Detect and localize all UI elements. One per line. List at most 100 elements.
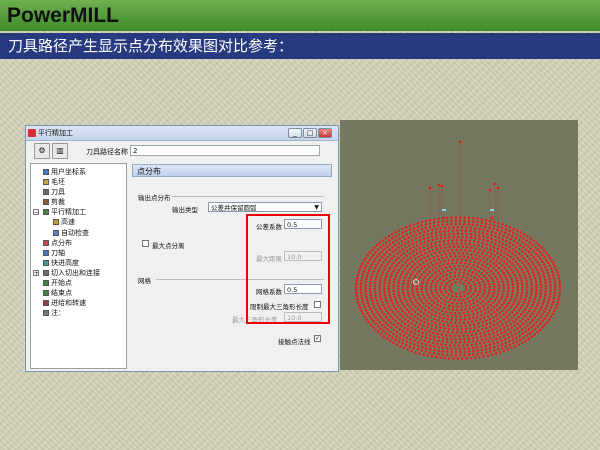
toolpath-point bbox=[431, 279, 435, 283]
tree-item[interactable]: 高速 bbox=[31, 217, 126, 227]
dialog-titlebar[interactable]: 平行精加工 _ □ × bbox=[26, 126, 338, 141]
library-icon[interactable]: ▥ bbox=[52, 143, 68, 159]
toolpath-point bbox=[509, 298, 512, 302]
toolpath-point bbox=[459, 248, 463, 252]
tree-item[interactable]: 注： bbox=[31, 308, 126, 318]
toolpath-point bbox=[440, 333, 444, 336]
tree-item[interactable]: 开始点 bbox=[31, 278, 126, 288]
toolpath-point bbox=[449, 275, 452, 279]
tree-item[interactable]: 进给和转速 bbox=[31, 298, 126, 308]
toolpath-point bbox=[421, 293, 425, 297]
toolpath-point bbox=[537, 301, 540, 304]
toolpath-point bbox=[378, 286, 381, 289]
toolpath-point bbox=[519, 276, 522, 279]
toolpath-point bbox=[431, 341, 435, 345]
toolpath-point bbox=[497, 300, 501, 304]
toolpath-point bbox=[511, 243, 515, 247]
toolpath-point bbox=[481, 295, 484, 298]
toolpath-point bbox=[530, 253, 533, 256]
toolpath-point bbox=[378, 280, 382, 283]
toolpath-point bbox=[436, 254, 439, 258]
toolpath-point bbox=[458, 337, 462, 341]
minimize-button[interactable]: _ bbox=[288, 128, 302, 138]
collapse-icon[interactable]: − bbox=[33, 209, 39, 216]
toolpath-point bbox=[556, 301, 560, 304]
expand-icon[interactable]: + bbox=[33, 269, 39, 276]
tree-item[interactable]: 毛坯 bbox=[31, 177, 126, 187]
toolpath-point bbox=[543, 275, 546, 278]
tree-item[interactable]: 快进高度 bbox=[31, 258, 126, 268]
tree-item-label: 毛坯 bbox=[51, 178, 65, 187]
toolpath-point bbox=[387, 269, 390, 273]
toolpath-point bbox=[459, 318, 463, 321]
3d-viewport[interactable] bbox=[340, 120, 578, 370]
toolpath-point bbox=[483, 269, 486, 272]
tree-item[interactable]: 用户坐标系 bbox=[31, 167, 126, 177]
toolpath-point bbox=[535, 320, 538, 324]
toolpath-point bbox=[405, 336, 409, 339]
maximize-button[interactable]: □ bbox=[303, 128, 317, 138]
toolpath-point bbox=[395, 330, 399, 334]
toolpath-point bbox=[440, 297, 443, 300]
toolpath-point bbox=[515, 294, 518, 298]
toolpath-point bbox=[392, 289, 395, 293]
tree-item[interactable]: − 平行精加工 bbox=[31, 207, 126, 217]
toolpath-point bbox=[372, 253, 375, 257]
toolpath-point bbox=[379, 332, 383, 336]
toolpath-point bbox=[389, 275, 393, 279]
output-type-select[interactable]: 公差并保留圆弧 ▼ bbox=[208, 202, 322, 212]
toolpath-point bbox=[530, 290, 533, 294]
toolpath-point bbox=[376, 272, 379, 275]
toolpath-point bbox=[387, 334, 391, 337]
toolpath-point bbox=[384, 296, 387, 299]
toolpath-point bbox=[436, 280, 440, 283]
toolpath-point bbox=[434, 241, 437, 244]
toolpath-point bbox=[382, 329, 385, 333]
toolpath-point bbox=[394, 319, 397, 323]
toolpath-point bbox=[433, 218, 436, 221]
close-button[interactable]: × bbox=[318, 128, 332, 138]
toolpath-point bbox=[472, 316, 475, 320]
toolpath-point bbox=[500, 343, 504, 346]
tree-item[interactable]: 自动检查 bbox=[31, 228, 126, 238]
tree-item[interactable]: 刀轴 bbox=[31, 248, 126, 258]
toolpath-point bbox=[524, 314, 527, 318]
toolpath-point bbox=[430, 324, 434, 327]
toolpath-name-input[interactable]: 2 bbox=[130, 145, 320, 156]
toolpath-point bbox=[395, 315, 399, 319]
toolpath-point bbox=[419, 310, 422, 313]
max-point-separation-checkbox[interactable] bbox=[142, 240, 149, 247]
toolpath-point bbox=[442, 330, 446, 333]
tree-item[interactable]: + 切入切出和连接 bbox=[31, 268, 126, 278]
toolpath-point bbox=[503, 306, 507, 310]
tree-item[interactable]: 刀具 bbox=[31, 187, 126, 197]
toolpath-point bbox=[410, 238, 414, 242]
toolpath-point bbox=[401, 231, 404, 234]
toolpath-point bbox=[382, 261, 385, 264]
tree-item[interactable]: 点分布 bbox=[31, 238, 126, 248]
toolpath-point bbox=[490, 353, 494, 356]
toolpath-point bbox=[434, 328, 437, 332]
toolpath-point bbox=[507, 301, 511, 305]
toolpath-point bbox=[488, 274, 491, 277]
toolpath-point bbox=[501, 280, 505, 283]
toolpath-point bbox=[449, 321, 453, 324]
tree-item[interactable]: 剪裁 bbox=[31, 197, 126, 207]
toolpath-point bbox=[533, 316, 537, 319]
preview-icon[interactable]: ⚙ bbox=[34, 143, 50, 159]
toolpath-point bbox=[385, 299, 388, 302]
contact-normal-checkbox[interactable]: ✓ bbox=[314, 335, 321, 342]
toolpath-point bbox=[492, 282, 496, 286]
toolpath-point bbox=[487, 300, 490, 303]
toolpath-point bbox=[359, 282, 363, 285]
toolpath-point bbox=[514, 250, 518, 253]
toolpath-point bbox=[446, 262, 450, 266]
toolpath-name-row: ⚙ ▥ 刀具路径名称 2 bbox=[30, 143, 330, 161]
toolpath-point bbox=[532, 239, 535, 242]
toolpath-point bbox=[415, 240, 418, 244]
toolpath-point bbox=[449, 272, 452, 275]
toolpath-point bbox=[441, 353, 445, 356]
toolpath-point bbox=[456, 225, 460, 229]
toolpath-point bbox=[422, 324, 426, 328]
tree-item[interactable]: 结束点 bbox=[31, 288, 126, 298]
